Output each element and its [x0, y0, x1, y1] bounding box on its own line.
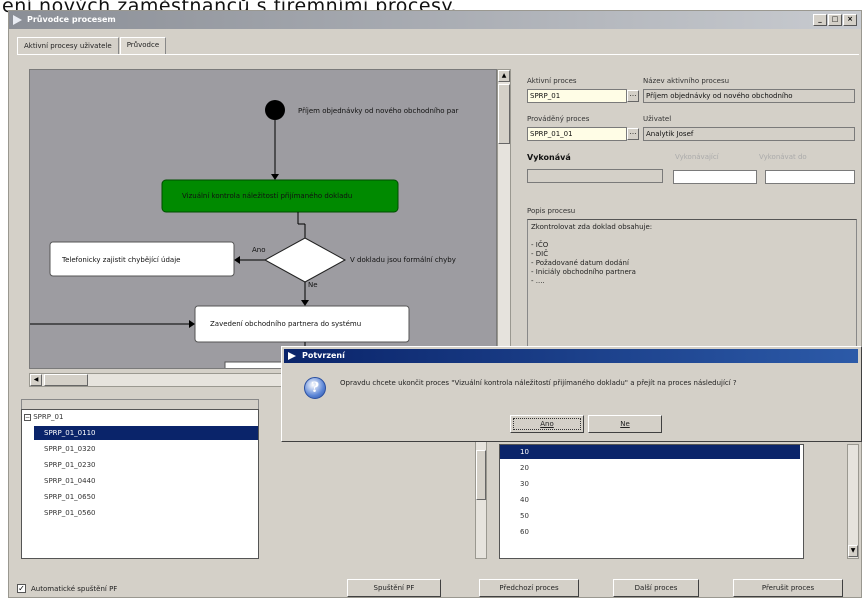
window-title: Průvodce procesem	[27, 15, 116, 24]
executor-hint-1: Vykonávající	[675, 153, 719, 161]
diagram-vertical-scrollbar[interactable]: ▲	[497, 69, 511, 369]
executor-label: Vykonává	[527, 153, 571, 162]
next-process-button[interactable]: Další proces	[613, 579, 699, 597]
tab-guide[interactable]: Průvodce	[119, 37, 167, 54]
scroll-up-icon[interactable]: ▲	[498, 70, 510, 82]
executed-process-field[interactable]: SPRP_01_01	[527, 127, 627, 141]
green-box-label: Vizuální kontrola náležitostí přijímanéh…	[182, 192, 353, 200]
step-item[interactable]: 20	[520, 461, 529, 475]
step-list[interactable]: 10 20 30 40 50 60	[499, 444, 804, 559]
hscroll-thumb[interactable]	[44, 374, 88, 386]
maximize-button[interactable]: □	[828, 14, 842, 26]
executor-from-field[interactable]	[673, 170, 757, 184]
decision-label: V dokladu jsou formální chyby	[350, 256, 456, 264]
step-item[interactable]: 40	[520, 493, 529, 507]
scroll-down-icon[interactable]: ▼	[848, 545, 858, 557]
executed-process-label: Prováděný proces	[527, 115, 590, 123]
app-icon	[13, 15, 22, 25]
main-window: Průvodce procesem _ □ × Aktivní procesy …	[8, 10, 862, 598]
tree-root-label: SPRP_01	[33, 413, 64, 421]
tree-item[interactable]: SPRP_01_0560	[44, 506, 95, 520]
tree-root[interactable]: − SPRP_01	[24, 410, 63, 424]
description-label: Popis procesu	[527, 207, 576, 215]
previous-process-button[interactable]: Předchozí proces	[479, 579, 579, 597]
tree-item[interactable]: SPRP_01_0320	[44, 442, 95, 456]
close-button[interactable]: ×	[843, 14, 857, 26]
dialog-message: Opravdu chcete ukončit proces "Vizuální …	[340, 379, 737, 387]
active-name-field: Příjem objednávky od nového obchodního	[643, 89, 855, 103]
executed-process-browse-button[interactable]: …	[627, 128, 639, 140]
executor-hint-2: Vykonávat do	[759, 153, 807, 161]
process-detail-panel: Aktivní proces SPRP_01 … Název aktivního…	[517, 69, 857, 369]
executor-field[interactable]	[527, 169, 663, 183]
dialog-no-button[interactable]: Ne	[588, 415, 662, 433]
auto-start-label: Automatické spuštění PF	[31, 585, 118, 593]
tree-item[interactable]: SPRP_01_0650	[44, 490, 95, 504]
minimize-button[interactable]: _	[813, 14, 827, 26]
no-branch-label: Ne	[308, 281, 318, 289]
step-item[interactable]: 60	[520, 525, 529, 539]
tree-item[interactable]: SPRP_01_0440	[44, 474, 95, 488]
step-item[interactable]: 10	[500, 445, 800, 459]
confirmation-dialog: Potvrzení ? Opravdu chcete ukončit proce…	[281, 346, 862, 442]
active-process-browse-button[interactable]: …	[627, 90, 639, 102]
tree-item[interactable]: SPRP_01_0110	[34, 426, 258, 440]
active-name-label: Název aktivního procesu	[643, 77, 730, 85]
executor-to-field[interactable]	[765, 170, 855, 184]
auto-start-checkbox[interactable]: ✓	[17, 584, 26, 593]
dialog-titlebar[interactable]: Potvrzení	[284, 349, 858, 363]
active-process-label: Aktivní proces	[527, 77, 577, 85]
start-pf-button[interactable]: Spuštění PF	[347, 579, 441, 597]
dialog-title: Potvrzení	[302, 351, 345, 360]
window-titlebar[interactable]: Průvodce procesem _ □ ×	[9, 11, 861, 29]
decision-diamond[interactable]	[263, 237, 347, 283]
dialog-app-icon	[288, 352, 296, 360]
tab-active-processes[interactable]: Aktivní procesy uživatele	[17, 37, 119, 54]
start-node[interactable]	[265, 100, 285, 120]
left-box-label: Telefonicky zajistit chybějící údaje	[62, 256, 181, 264]
start-label: Příjem objednávky od nového obchodního p…	[298, 107, 459, 115]
user-label: Uživatel	[643, 115, 672, 123]
step-item[interactable]: 50	[520, 509, 529, 523]
right-vertical-scrollbar[interactable]: ▼	[847, 444, 859, 559]
step-item[interactable]: 30	[520, 477, 529, 491]
bottom-toolbar: ✓ Automatické spuštění PF Spuštění PF Př…	[9, 571, 861, 599]
window-controls: _ □ ×	[813, 14, 857, 26]
active-process-field[interactable]: SPRP_01	[527, 89, 627, 103]
scroll-thumb[interactable]	[498, 84, 510, 144]
user-field: Analytik Josef	[643, 127, 855, 141]
diagram-horizontal-scrollbar[interactable]: ◀	[29, 373, 299, 387]
tab-divider	[17, 54, 859, 55]
middle-scroll-thumb[interactable]	[476, 450, 486, 500]
collapse-icon[interactable]: −	[24, 413, 31, 421]
tree-item[interactable]: SPRP_01_0230	[44, 458, 95, 472]
yes-branch-label: Ano	[252, 246, 266, 254]
process-diagram[interactable]: Příjem objednávky od nového obchodního p…	[29, 69, 497, 369]
question-icon: ?	[304, 377, 326, 399]
interrupt-process-button[interactable]: Přerušit proces	[733, 579, 843, 597]
process-tree[interactable]: − SPRP_01 SPRP_01_0110 SPRP_01_0320 SPRP…	[21, 409, 259, 559]
bottom-box-label: Zavedení obchodního partnera do systému	[210, 320, 362, 328]
dialog-yes-button[interactable]: Ano	[510, 415, 584, 433]
tab-strip: Aktivní procesy uživatele Průvodce	[17, 37, 167, 54]
scroll-left-icon[interactable]: ◀	[30, 374, 42, 386]
